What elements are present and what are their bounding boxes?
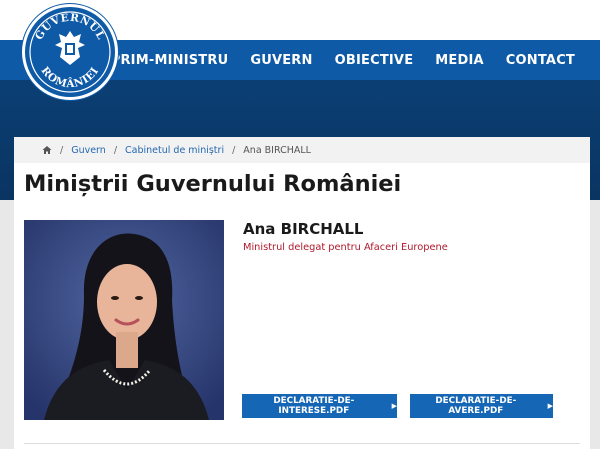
government-logo[interactable]: GUVERNUL ROMÂNIEI <box>22 4 118 100</box>
nav-prim-ministru[interactable]: PRIM-MINISTRU <box>100 53 240 68</box>
breadcrumb-current: Ana BIRCHALL <box>243 144 311 156</box>
declaratie-interese-button[interactable]: DECLARATIE-DE-INTERESE.PDF ▶ <box>242 394 397 418</box>
declaratie-avere-button[interactable]: DECLARATIE-DE-AVERE.PDF ▶ <box>410 394 553 418</box>
home-icon[interactable] <box>42 145 52 155</box>
caret-right-icon: ▶ <box>547 402 553 410</box>
nav-contact[interactable]: CONTACT <box>495 53 586 68</box>
logo-text-bottom: ROMÂNIEI <box>39 65 101 90</box>
content-panel: / Guvern / Cabinetul de miniștri / Ana B… <box>14 137 590 449</box>
minister-photo <box>24 220 224 420</box>
page-title: Miniștrii Guvernului României <box>24 171 402 197</box>
main-navigation: PRIM-MINISTRU GUVERN OBIECTIVE MEDIA CON… <box>100 40 586 80</box>
breadcrumb-guvern[interactable]: Guvern <box>71 145 106 156</box>
svg-text:ROMÂNIEI: ROMÂNIEI <box>39 65 102 90</box>
coat-of-arms-icon: GUVERNUL ROMÂNIEI <box>29 11 111 93</box>
nav-guvern[interactable]: GUVERN <box>239 53 323 68</box>
content-divider <box>24 443 580 444</box>
breadcrumb: / Guvern / Cabinetul de miniștri / Ana B… <box>14 137 590 163</box>
nav-media[interactable]: MEDIA <box>424 53 495 68</box>
caret-right-icon: ▶ <box>391 402 397 410</box>
breadcrumb-cabinet[interactable]: Cabinetul de miniștri <box>125 145 224 156</box>
declaratie-interese-label: DECLARATIE-DE-INTERESE.PDF <box>273 396 355 416</box>
breadcrumb-separator: / <box>232 144 236 156</box>
minister-role: Ministrul delegat pentru Afaceri Europen… <box>243 242 448 253</box>
breadcrumb-separator: / <box>113 144 118 156</box>
nav-obiective[interactable]: OBIECTIVE <box>324 53 425 68</box>
declaratie-avere-label: DECLARATIE-DE-AVERE.PDF <box>435 396 517 416</box>
breadcrumb-separator: / <box>60 144 64 156</box>
minister-name: Ana BIRCHALL <box>243 220 364 238</box>
portrait-image <box>24 220 224 420</box>
